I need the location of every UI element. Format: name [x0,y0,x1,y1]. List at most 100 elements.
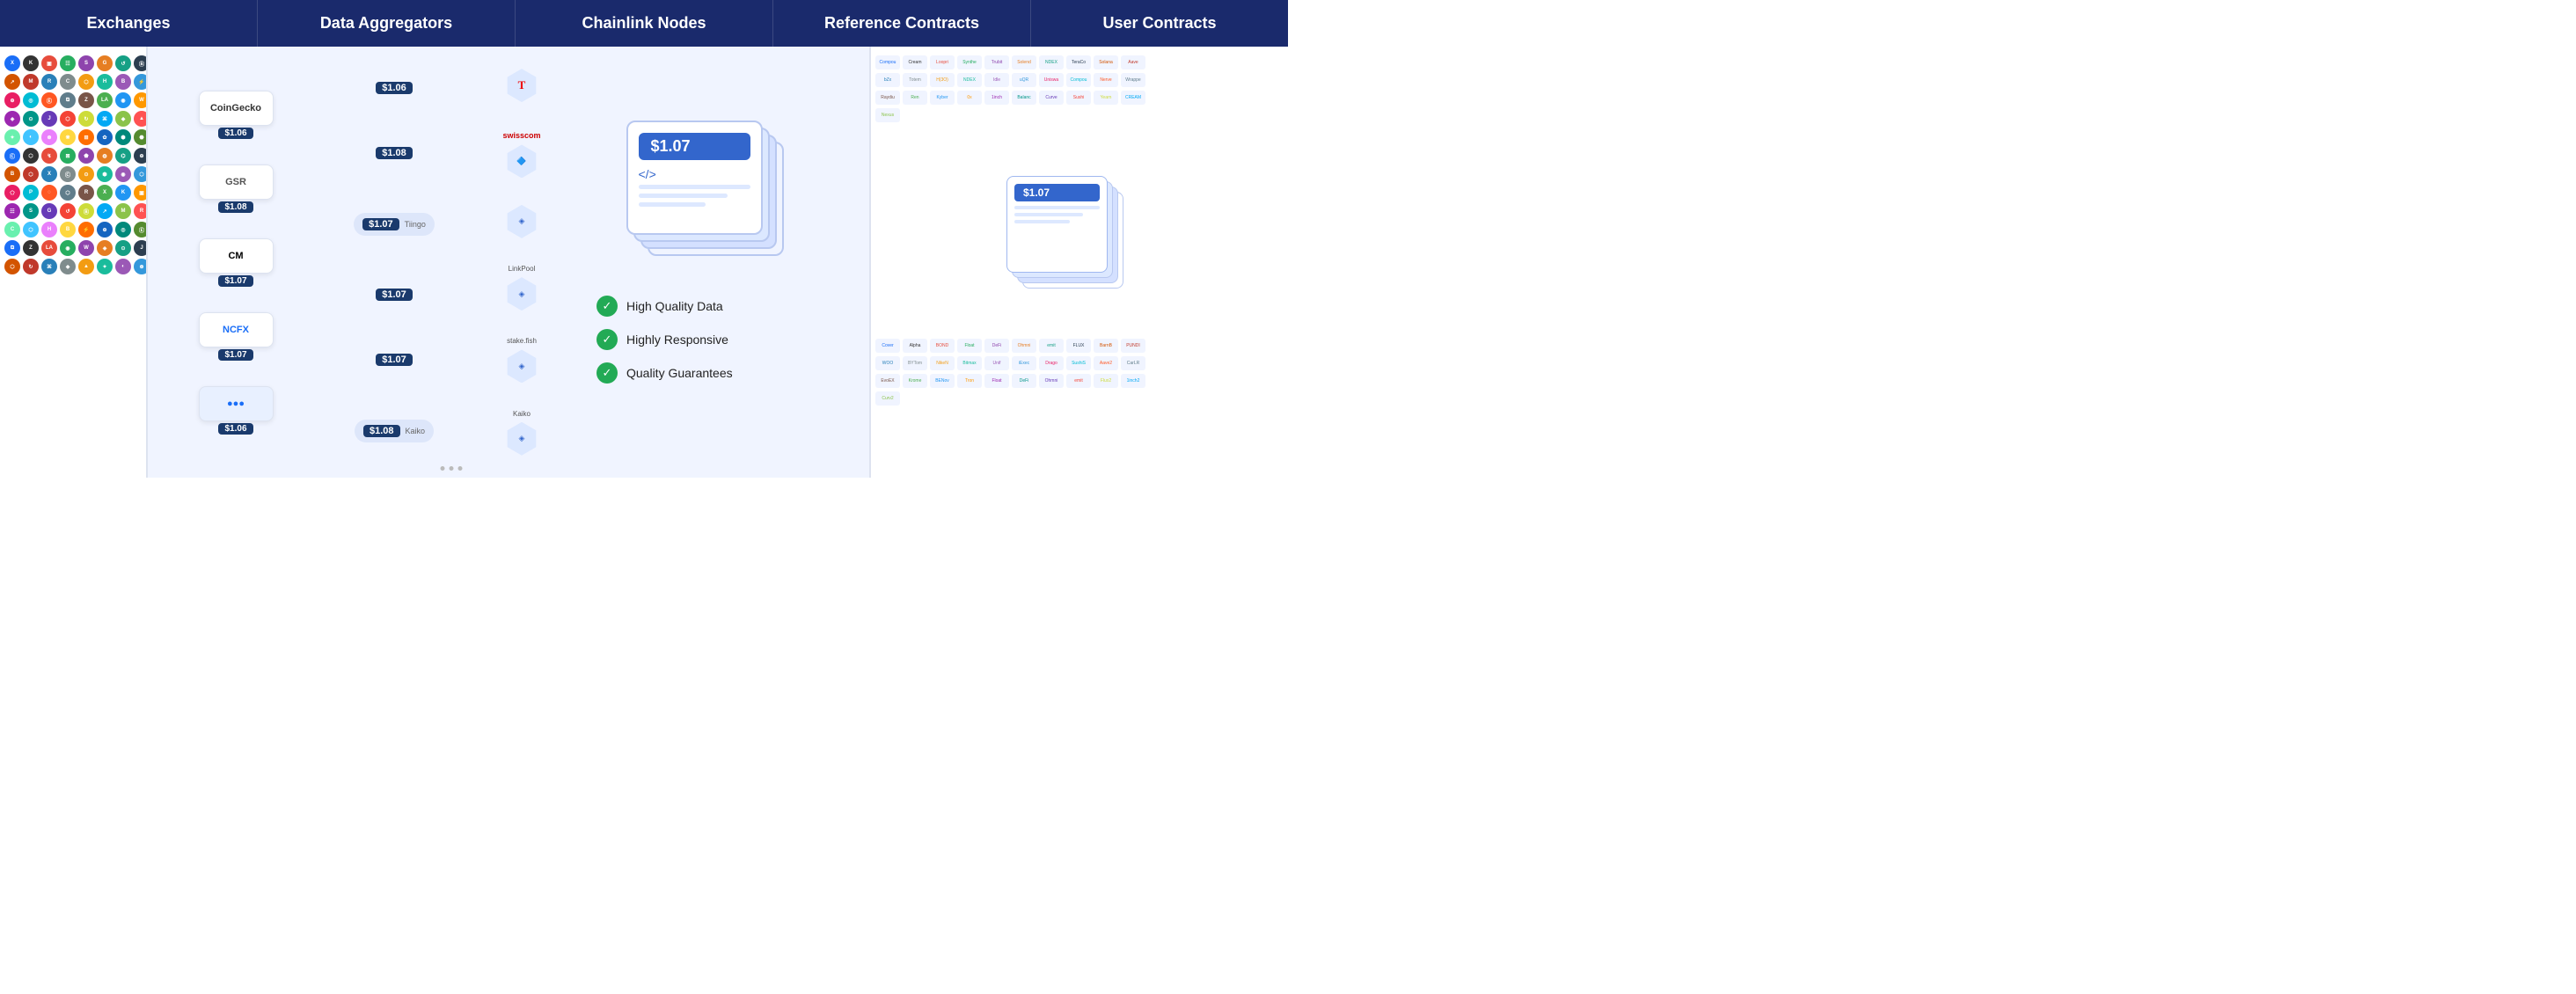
user-logo-chip-3: Synthe [957,55,982,69]
aggregator-item-3: NCFX$1.07 [199,312,274,361]
user-logo-chip-6: emit [1039,339,1064,353]
exchange-logo-11: C [60,74,76,90]
user-logo-chip-1: Alpha [903,339,927,353]
exchange-logo-9: M [23,74,39,90]
user-logo-chip-18: Aave2 [1094,356,1118,370]
node-price-2: $1.08 [376,147,413,159]
user-logo-chip-6: NDEX [1039,55,1064,69]
exchange-logo-42: ↯ [41,148,57,164]
user-logo-chip-13: NDEX [957,73,982,87]
user-logo-chip-27: emit [1066,374,1091,388]
exchange-logo-40: Ⓒ [4,148,20,164]
exchange-logo-21: LA [97,92,113,108]
node-price-4: $1.07 [376,354,413,366]
user-logo-chip-12: H(3O) [930,73,955,87]
user-logo-chip-18: Nerve [1094,73,1118,87]
node-row-2: $1.08 [376,147,413,159]
exchange-logo-29: ⌘ [97,111,113,127]
aggregator-item-0: CoinGecko $1.06 [199,91,274,139]
kaiko-price: $1.08 [363,425,400,437]
node-row-1: $1.06 [376,82,413,94]
exchange-logo-43: ⊠ [60,148,76,164]
ref-line-2 [639,194,728,198]
exchange-logo-6: ↺ [115,55,131,71]
exchange-logo-5: G [97,55,113,71]
exchange-logo-66: G [41,203,57,219]
exchange-logo-2: ▣ [41,55,57,71]
stakefish-hex: ◈ [505,349,538,383]
user-stack-section: $1.07 [875,187,1284,333]
node-price-3: $1.07 [376,289,413,301]
tmobile-hex: T [505,69,538,102]
exchange-logo-57: P [23,185,39,201]
quality-item-2: ✓ Highly Responsive [596,329,852,350]
user-logo-chip-4: Trubit [984,55,1009,69]
agg-price-badge-4: $1.06 [218,423,252,435]
header-user: User Contracts [1031,0,1288,47]
user-logo-chip-19: CarLR [1121,356,1145,370]
user-logo-chip-14: Idle [984,73,1009,87]
exchange-logo-85: ◈ [97,240,113,256]
exchange-logo-8: ↗ [4,74,20,90]
user-logo-chip-0: Compou [875,55,900,69]
exchange-logo-84: W [78,240,94,256]
exchange-logo-77: ⊕ [97,222,113,238]
exchange-grid: XK▣☷SG↺Ⓑ↗MRC⬡HB⚡⊕◎Ⓔ⧉ZLA◉W◈⊙J⬡↻⌘◆▲✦◐⊛❋⊞✿⬢… [4,55,142,274]
exchange-logo-69: ↗ [97,203,113,219]
logo-row-3: Nexus [875,106,1284,124]
quality-label-3: Quality Guarantees [626,366,733,380]
user-logo-chip-14: Unif [984,356,1009,370]
user-logo-chip-1: Cream [903,55,927,69]
user-logo-chip-8: BarnB [1094,339,1118,353]
linkpool-label: LinkPool [509,265,536,273]
user-logo-chip-11: BYTom [903,356,927,370]
kaiko-name-label: Kaiko [513,410,531,418]
user-logo-chip-25: Balanc [1012,91,1036,105]
user-logo-chip-16: Drago [1039,356,1064,370]
tiingo-label: Tiingo [405,220,426,229]
user-logo-chip-11: Totem [903,73,927,87]
agg-price-badge-0: $1.06 [218,128,252,139]
exchange-logo-14: B [115,74,131,90]
exchange-logo-51: Ⓒ [60,166,76,182]
user-logo-chip-27: Sushi [1066,91,1091,105]
header-exchanges: Exchanges [0,0,258,47]
exchanges-column: XK▣☷SG↺Ⓑ↗MRC⬡HB⚡⊕◎Ⓔ⧉ZLA◉W◈⊙J⬡↻⌘◆▲✦◐⊛❋⊞✿⬢… [0,47,148,478]
exchange-logo-49: ⬡ [23,166,39,182]
user-logo-chip-5: Solend [1012,55,1036,69]
user-logo-chip-20: EvoEX [875,374,900,388]
user-logo-chip-29: CREAM [1121,91,1145,105]
exchange-logo-70: M [115,203,131,219]
header-reference: Reference Contracts [773,0,1031,47]
user-logos-top: CompouCreamLoopriSyntheTrubitSolendNDEXT… [875,54,1284,187]
node-row-3: $1.07 [376,289,413,301]
exchange-logo-0: X [4,55,20,71]
user-logo-chip-7: FLUX [1066,339,1091,353]
user-logo-chip-15: iExec [1012,356,1036,370]
provider-linkpool: LinkPool ◈ [469,265,574,311]
exchange-logo-12: ⬡ [78,74,94,90]
agg-logo-box-1: GSR [199,164,274,200]
tiingo-icon: ◈ [519,216,525,226]
agg-logo-box-0: CoinGecko [199,91,274,126]
exchange-logo-71: R [134,203,148,219]
quality-item-3: ✓ Quality Guarantees [596,362,852,384]
exchange-logo-53: ⬢ [97,166,113,182]
exchange-logo-88: ⬡ [4,259,20,274]
dot-3 [458,466,463,471]
agg-logo-box-2: CМ [199,238,274,274]
exchange-logo-34: ⊛ [41,129,57,145]
logo-row: CompouCreamLoopriSyntheTrubitSolendNDEXT… [875,54,1284,71]
exchange-logo-45: ◍ [97,148,113,164]
user-logo-chip-30: Curv2 [875,391,900,406]
user-logo-chip-2: BOND [930,339,955,353]
ref-line-1 [639,185,750,189]
user-price-display: $1.07 [1014,184,1100,201]
exchange-logo-80: ⧉ [4,240,20,256]
user-logo-chip-25: DeFi [1012,374,1036,388]
user-logo-chip-26: Curve [1039,91,1064,105]
exchange-logo-60: R [78,185,94,201]
exchange-logo-48: B [4,166,20,182]
exchange-logo-19: ⧉ [60,92,76,108]
exchange-logo-36: ⊞ [78,129,94,145]
